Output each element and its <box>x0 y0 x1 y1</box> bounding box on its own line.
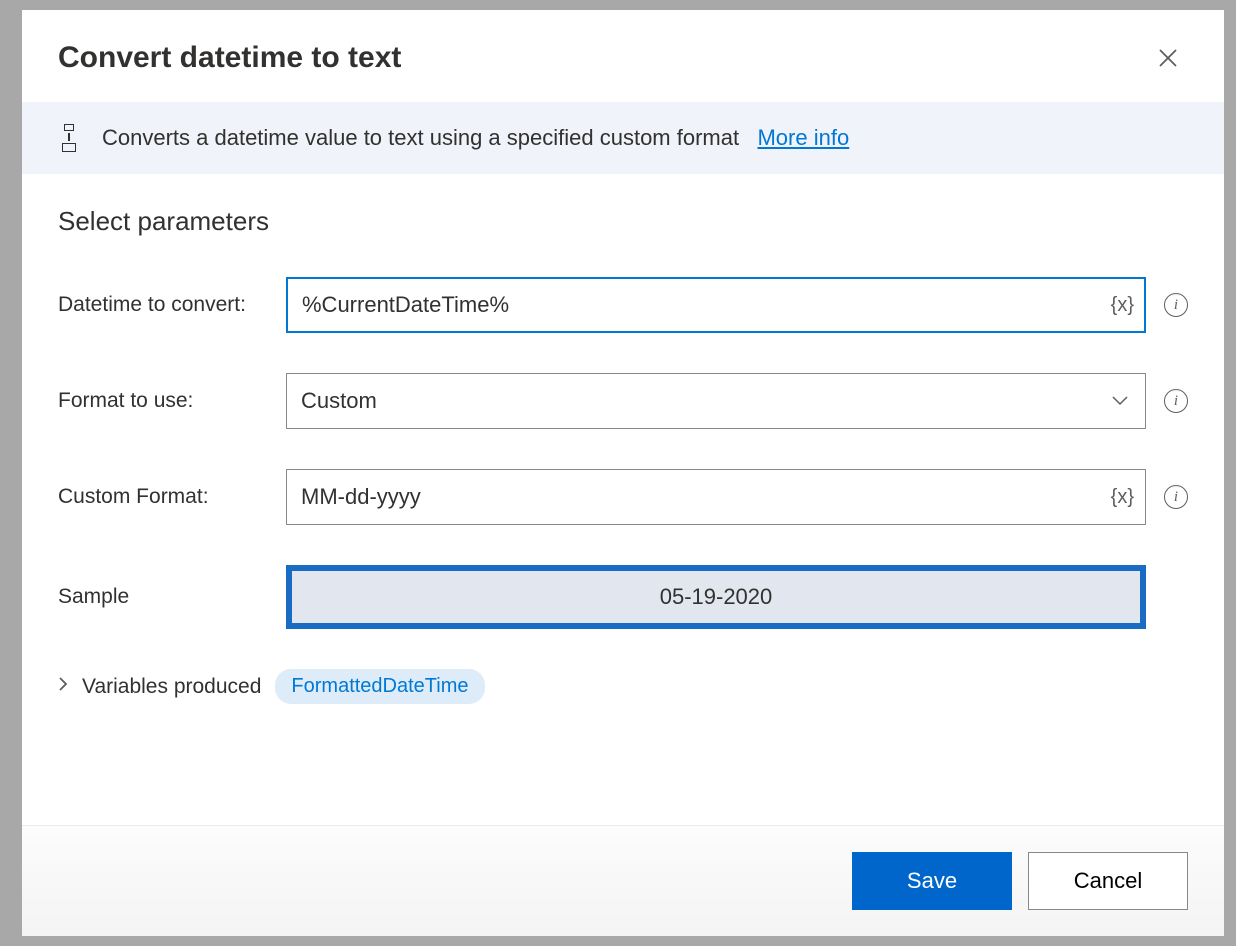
cancel-button[interactable]: Cancel <box>1028 852 1188 910</box>
description-label: Converts a datetime value to text using … <box>102 125 739 150</box>
flow-icon <box>58 124 80 152</box>
format-label: Format to use: <box>58 389 268 413</box>
save-button[interactable]: Save <box>852 852 1012 910</box>
close-icon[interactable] <box>1148 38 1188 78</box>
custom-format-row: Custom Format: {x} i <box>58 469 1188 525</box>
format-row: Format to use: Custom i <box>58 373 1188 429</box>
info-icon[interactable]: i <box>1164 293 1188 317</box>
custom-format-input-wrapper: {x} <box>286 469 1146 525</box>
more-info-link[interactable]: More info <box>757 125 849 150</box>
format-select-wrapper: Custom <box>286 373 1146 429</box>
info-icon[interactable]: i <box>1164 389 1188 413</box>
dialog-header: Convert datetime to text <box>22 10 1224 102</box>
variable-picker-icon[interactable]: {x} <box>1111 486 1134 509</box>
sample-row: Sample 05-19-2020 <box>58 565 1188 629</box>
sample-output: 05-19-2020 <box>286 565 1146 629</box>
dialog-title: Convert datetime to text <box>58 41 401 75</box>
custom-format-input[interactable] <box>286 469 1146 525</box>
convert-datetime-dialog: Convert datetime to text Converts a date… <box>22 10 1224 936</box>
format-select-value: Custom <box>301 388 377 414</box>
datetime-row: Datetime to convert: {x} i <box>58 277 1188 333</box>
format-select[interactable]: Custom <box>286 373 1146 429</box>
chevron-right-icon[interactable] <box>58 676 68 697</box>
variables-produced-row: Variables produced FormattedDateTime <box>58 669 1188 704</box>
datetime-input-wrapper: {x} <box>286 277 1146 333</box>
dialog-body: Select parameters Datetime to convert: {… <box>22 174 1224 825</box>
datetime-input[interactable] <box>286 277 1146 333</box>
description-text: Converts a datetime value to text using … <box>102 125 849 151</box>
dialog-footer: Save Cancel <box>22 825 1224 936</box>
custom-format-label: Custom Format: <box>58 485 268 509</box>
datetime-label: Datetime to convert: <box>58 293 268 317</box>
variable-picker-icon[interactable]: {x} <box>1111 294 1134 317</box>
section-title: Select parameters <box>58 206 1188 237</box>
variable-chip[interactable]: FormattedDateTime <box>275 669 484 704</box>
sample-label: Sample <box>58 585 268 609</box>
info-icon[interactable]: i <box>1164 485 1188 509</box>
variables-produced-label: Variables produced <box>82 675 261 699</box>
chevron-down-icon <box>1111 392 1129 410</box>
description-bar: Converts a datetime value to text using … <box>22 102 1224 174</box>
